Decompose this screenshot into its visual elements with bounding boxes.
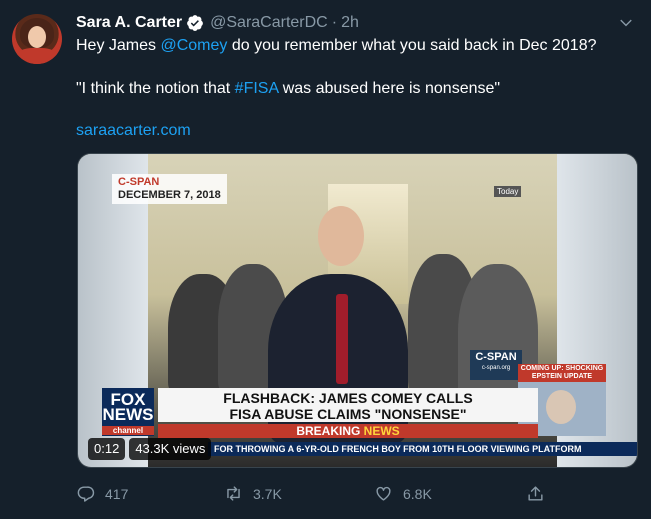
tweet-time[interactable]: 2h xyxy=(341,14,359,32)
video-duration: 0:12 xyxy=(88,438,126,460)
lower-third: FOX NEWS channel FLASHBACK: JAMES COMEY … xyxy=(102,382,552,438)
text-segment: "I think the notion that xyxy=(76,80,235,97)
video-frame: C-SPAN DECEMBER 7, 2018 Today C-SPAN c-s… xyxy=(78,154,637,467)
fox-news-logo: FOX NEWS channel xyxy=(102,388,154,436)
reply-count: 417 xyxy=(105,485,129,502)
like-button[interactable]: 6.8K xyxy=(374,484,432,503)
reply-button[interactable]: 417 xyxy=(76,484,128,503)
cspan-url: c-span.org xyxy=(481,365,511,371)
text-segment: do you remember what you said back in De… xyxy=(227,37,597,54)
tweet-text-line-3: saraacarter.com xyxy=(76,122,191,140)
breaking-news-bar: BREAKING NEWS xyxy=(158,424,538,438)
cspan-logo: C-SPAN c-span.org xyxy=(470,350,522,380)
retweet-count: 3.7K xyxy=(253,485,282,502)
reply-icon xyxy=(77,486,95,502)
author-name[interactable]: Sara A. Carter xyxy=(76,14,182,32)
fox-channel-tag: channel xyxy=(102,426,154,435)
verified-badge-icon xyxy=(187,15,203,31)
headline-line-1: FLASHBACK: JAMES COMEY CALLS xyxy=(223,390,473,406)
cspan-date: DECEMBER 7, 2018 xyxy=(118,189,221,201)
video-info-badge: 0:12 43.3K views xyxy=(88,438,215,460)
tweet-header: Sara A. Carter @SaraCarterDC · 2h xyxy=(76,12,359,34)
mention-link[interactable]: @Comey xyxy=(160,37,227,54)
chyron-headline: FLASHBACK: JAMES COMEY CALLS FISA ABUSE … xyxy=(158,388,538,422)
chevron-down-icon[interactable] xyxy=(619,16,633,30)
headline-line-2: FISA ABUSE CLAIMS "NONSENSE" xyxy=(229,406,467,422)
video-player[interactable]: C-SPAN DECEMBER 7, 2018 Today C-SPAN c-s… xyxy=(77,153,638,468)
breaking-label: BREAKING xyxy=(296,424,364,438)
today-label: Today xyxy=(494,186,522,197)
fox-logo-line: NEWS xyxy=(102,405,154,424)
text-segment: Hey James xyxy=(76,37,161,54)
share-icon xyxy=(528,486,543,501)
avatar[interactable] xyxy=(12,14,62,64)
separator-dot: · xyxy=(331,14,338,31)
cspan-logo-text: C-SPAN xyxy=(475,351,517,363)
share-button[interactable] xyxy=(526,484,555,503)
news-label: NEWS xyxy=(363,424,400,438)
news-ticker: FOR THROWING A 6-YR-OLD FRENCH BOY FROM … xyxy=(208,442,637,456)
avatar-face xyxy=(28,26,46,48)
red-tie xyxy=(336,294,348,384)
cspan-date-label: C-SPAN DECEMBER 7, 2018 xyxy=(112,174,227,204)
heart-icon xyxy=(376,486,391,501)
video-views: 43.3K views xyxy=(129,438,212,460)
avatar-shirt xyxy=(16,48,58,64)
tweet-text-line-1: Hey James @Comey do you remember what yo… xyxy=(76,37,596,55)
like-count: 6.8K xyxy=(403,485,432,502)
tweet-text-line-2: "I think the notion that #FISA was abuse… xyxy=(76,80,500,98)
url-link[interactable]: saraacarter.com xyxy=(76,122,191,139)
tweet-actions: 417 3.7K 6.8K xyxy=(76,484,556,506)
hashtag-link[interactable]: #FISA xyxy=(235,80,279,97)
text-segment: was abused here is nonsense" xyxy=(278,80,501,97)
cspan-brand: C-SPAN xyxy=(118,176,160,188)
author-handle[interactable]: @SaraCarterDC xyxy=(210,14,328,32)
retweet-icon xyxy=(227,486,240,501)
retweet-button[interactable]: 3.7K xyxy=(224,484,282,503)
speaker-head xyxy=(318,206,364,266)
tweet[interactable]: Sara A. Carter @SaraCarterDC · 2h Hey Ja… xyxy=(0,0,651,519)
inset-label: COMING UP: SHOCKING EPSTEIN UPDATE xyxy=(518,364,606,382)
